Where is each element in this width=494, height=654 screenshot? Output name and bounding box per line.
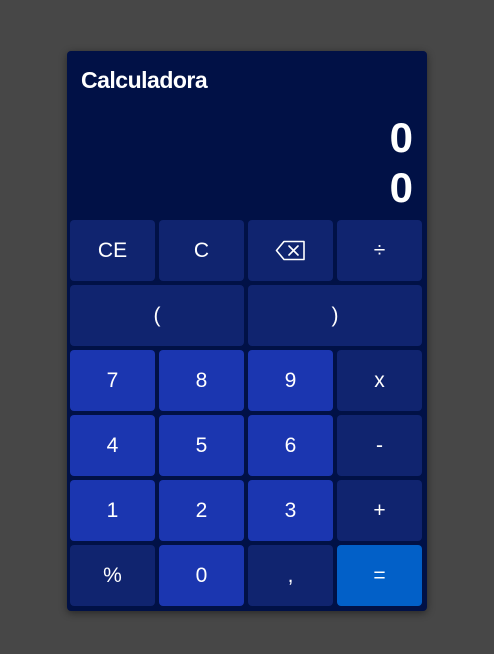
- keypad: CE C ÷ ( ) 7 8 9 x 4 5 6 - 1 2 3 + % 0 ,…: [70, 220, 424, 606]
- digit-0-button[interactable]: 0: [159, 545, 244, 606]
- digit-2-button[interactable]: 2: [159, 480, 244, 541]
- expression-display: 0: [389, 114, 413, 161]
- decimal-comma-button[interactable]: ,: [248, 545, 333, 606]
- calculator-window: Calculadora 0 0 CE C ÷ ( ) 7 8 9 x 4 5 6…: [67, 51, 427, 611]
- multiply-button[interactable]: x: [337, 350, 422, 411]
- digit-5-button[interactable]: 5: [159, 415, 244, 476]
- digit-1-button[interactable]: 1: [70, 480, 155, 541]
- digit-4-button[interactable]: 4: [70, 415, 155, 476]
- digit-7-button[interactable]: 7: [70, 350, 155, 411]
- result-display: 0: [389, 164, 413, 211]
- digit-6-button[interactable]: 6: [248, 415, 333, 476]
- open-paren-button[interactable]: (: [70, 285, 244, 346]
- digit-8-button[interactable]: 8: [159, 350, 244, 411]
- minus-button[interactable]: -: [337, 415, 422, 476]
- percent-button[interactable]: %: [70, 545, 155, 606]
- digit-9-button[interactable]: 9: [248, 350, 333, 411]
- equals-button[interactable]: =: [337, 545, 422, 606]
- app-title: Calculadora: [81, 67, 208, 93]
- divide-button[interactable]: ÷: [337, 220, 422, 281]
- clear-entry-button[interactable]: CE: [70, 220, 155, 281]
- clear-button[interactable]: C: [159, 220, 244, 281]
- plus-button[interactable]: +: [337, 480, 422, 541]
- backspace-button[interactable]: [248, 220, 333, 281]
- digit-3-button[interactable]: 3: [248, 480, 333, 541]
- close-paren-button[interactable]: ): [248, 285, 422, 346]
- backspace-icon: [275, 240, 306, 261]
